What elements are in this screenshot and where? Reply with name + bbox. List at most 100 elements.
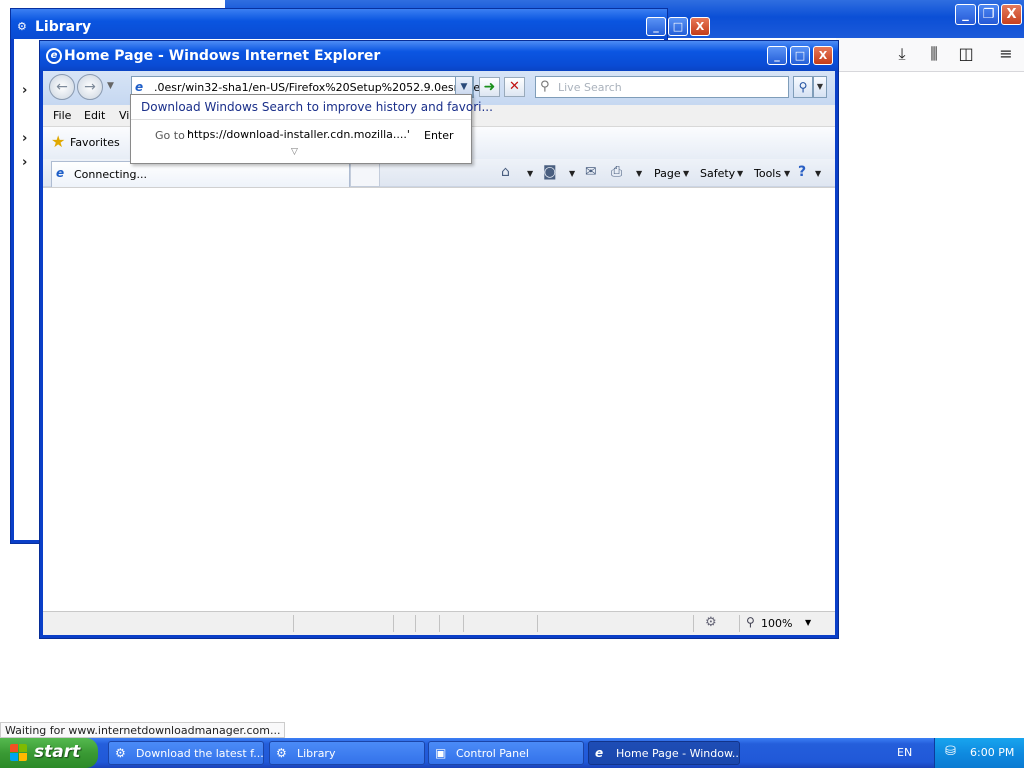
download-icon[interactable]: ⤓ xyxy=(892,44,912,64)
go-button[interactable]: ➜ xyxy=(479,77,500,97)
page-dropdown-icon[interactable]: ▼ xyxy=(683,169,689,178)
print-icon[interactable]: ⎙ xyxy=(611,164,622,180)
start-button[interactable]: start xyxy=(0,738,98,768)
start-label: start xyxy=(34,742,81,762)
taskbar-firefox-download[interactable]: ⚙ Download the latest f... xyxy=(108,741,264,765)
print-dropdown-icon[interactable]: ▼ xyxy=(636,169,642,178)
status-divider xyxy=(693,615,694,632)
language-indicator[interactable]: EN xyxy=(897,746,912,759)
ie-close-button[interactable]: X xyxy=(813,46,833,65)
stop-button[interactable]: ✕ xyxy=(504,77,525,97)
taskbar-button-label: Control Panel xyxy=(456,747,529,760)
page-icon: e xyxy=(135,80,144,94)
help-icon[interactable]: ? xyxy=(798,164,806,180)
status-divider xyxy=(739,615,740,632)
status-divider xyxy=(293,615,294,632)
taskbar-control-panel[interactable]: ▣ Control Panel xyxy=(428,741,584,765)
home-icon[interactable]: ⌂ xyxy=(501,164,510,180)
expand-autocomplete-icon[interactable]: ▽ xyxy=(291,147,298,157)
protected-mode-icon[interactable]: ⚙ xyxy=(705,615,717,630)
help-dropdown-icon[interactable]: ▼ xyxy=(815,169,821,178)
back-button[interactable]: ← xyxy=(49,74,75,100)
forward-button[interactable]: → xyxy=(77,74,103,100)
tab-connecting[interactable]: e Connecting... xyxy=(51,161,350,187)
library-title: Library xyxy=(35,19,92,35)
ie-page-icon: e xyxy=(56,166,65,180)
status-divider xyxy=(537,615,538,632)
firefox-restore-button[interactable]: ❐ xyxy=(978,4,999,25)
page-menu-button[interactable]: Page xyxy=(654,167,681,180)
enter-hint: Enter xyxy=(424,129,454,142)
zoom-level[interactable]: 100% xyxy=(761,617,792,630)
expand-arrow-icon[interactable]: › xyxy=(22,131,27,146)
library-maximize-btn[interactable]: □ xyxy=(668,17,688,36)
taskbar-button-label: Download the latest f... xyxy=(136,747,264,760)
menu-view[interactable]: Vi xyxy=(119,109,129,122)
taskbar-ie-home-page[interactable]: e Home Page - Window... xyxy=(588,741,740,765)
firefox-status-text: Waiting for www.internetdownloadmanager.… xyxy=(0,722,286,738)
ie-maximize-button[interactable]: □ xyxy=(790,46,810,65)
firefox-minimize-button[interactable]: _ xyxy=(955,4,976,25)
ie-logo-icon: e xyxy=(46,48,62,64)
tools-dropdown-icon[interactable]: ▼ xyxy=(784,169,790,178)
library-window-icon: ⚙ xyxy=(17,20,27,33)
search-placeholder: Live Search xyxy=(558,81,622,94)
feeds-icon[interactable]: ◙ xyxy=(543,164,557,180)
control-panel-icon: ▣ xyxy=(435,746,447,760)
search-hint-icon: ⚲ xyxy=(540,79,550,94)
mail-icon[interactable]: ✉ xyxy=(585,164,597,180)
library-icon[interactable]: ⫼ xyxy=(924,44,944,64)
library-minimize-btn[interactable]: _ xyxy=(646,17,666,36)
library-titlebar[interactable]: ⚙ Library xyxy=(11,9,667,39)
firefox-icon: ⚙ xyxy=(115,746,126,760)
ie-titlebar[interactable]: e Home Page - Windows Internet Explorer xyxy=(40,41,838,71)
address-autocomplete: Download Windows Search to improve histo… xyxy=(130,94,493,164)
sidebar-icon[interactable]: ◫ xyxy=(956,44,976,64)
home-dropdown-icon[interactable]: ▼ xyxy=(527,169,533,178)
taskbar-button-label: Library xyxy=(297,747,336,760)
tab-label: Connecting... xyxy=(74,168,147,181)
ie-window-title: Home Page - Windows Internet Explorer xyxy=(64,48,381,64)
goto-url[interactable]: https://download-installer.cdn.mozilla..… xyxy=(187,128,410,141)
network-icon[interactable]: ⛁ xyxy=(945,744,956,759)
taskbar-library[interactable]: ⚙ Library xyxy=(269,741,425,765)
menu-icon[interactable]: ≡ xyxy=(996,44,1016,64)
taskbar: start ⚙ Download the latest f... ⚙ Libra… xyxy=(0,738,1024,768)
favorites-star-icon[interactable]: ★ xyxy=(51,132,65,151)
ie-minimize-button[interactable]: _ xyxy=(767,46,787,65)
safety-menu-button[interactable]: Safety xyxy=(700,167,735,180)
search-input[interactable]: ⚲ Live Search xyxy=(535,76,789,98)
zoom-icon[interactable]: ⚲ xyxy=(746,615,755,629)
taskbar-button-label: Home Page - Window... xyxy=(616,747,740,760)
library-window-icon: ⚙ xyxy=(276,746,287,760)
tools-menu-button[interactable]: Tools xyxy=(754,167,781,180)
status-divider xyxy=(415,615,416,632)
clock[interactable]: 6:00 PM xyxy=(970,746,1014,759)
zoom-dropdown-icon[interactable]: ▼ xyxy=(805,618,811,627)
new-tab-button[interactable] xyxy=(350,161,380,187)
favorites-button[interactable]: Favorites xyxy=(70,136,120,149)
feeds-dropdown-icon[interactable]: ▼ xyxy=(569,169,575,178)
system-tray: ⛁ 6:00 PM xyxy=(934,738,1024,768)
status-divider xyxy=(439,615,440,632)
menu-edit[interactable]: Edit xyxy=(84,109,105,122)
autocomplete-divider xyxy=(131,119,471,120)
windows-search-promo-link[interactable]: Download Windows Search to improve histo… xyxy=(141,100,493,114)
status-divider xyxy=(393,615,394,632)
menu-file[interactable]: File xyxy=(53,109,71,122)
search-icon[interactable]: ⚲ xyxy=(793,76,813,98)
status-divider xyxy=(463,615,464,632)
expand-arrow-icon[interactable]: › xyxy=(22,83,27,98)
firefox-close-button[interactable]: X xyxy=(1001,4,1022,25)
windows-flag-icon xyxy=(10,744,28,762)
search-options-dropdown[interactable]: ▼ xyxy=(813,76,827,98)
page-content[interactable] xyxy=(43,187,835,611)
address-text[interactable]: .0esr/win32-sha1/en-US/Firefox%20Setup%2… xyxy=(154,81,480,94)
safety-dropdown-icon[interactable]: ▼ xyxy=(737,169,743,178)
expand-arrow-icon[interactable]: › xyxy=(22,155,27,170)
goto-label: Go to ' xyxy=(155,129,192,142)
status-bar: ⚙ ⚲ 100% ▼ xyxy=(43,611,835,635)
ie-logo-icon: e xyxy=(595,746,604,760)
library-close-button[interactable]: X xyxy=(690,17,710,36)
recent-pages-dropdown-icon[interactable]: ▼ xyxy=(107,81,114,91)
